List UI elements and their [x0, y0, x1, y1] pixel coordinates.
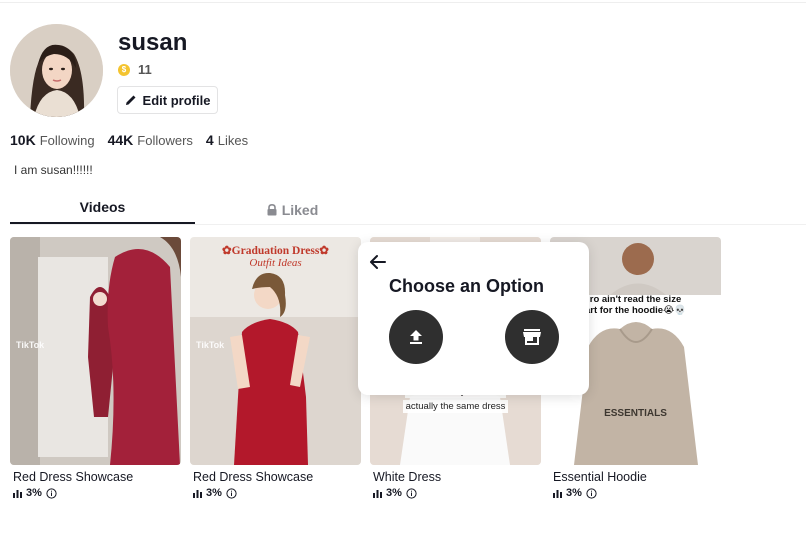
stat-followers[interactable]: 44K Followers	[108, 132, 193, 148]
video-stat: 3%	[550, 487, 721, 499]
tab-liked[interactable]: Liked	[200, 195, 385, 225]
bio: I am susan!!!!!!	[14, 163, 93, 177]
stat-label: Likes	[217, 133, 249, 148]
video-stat-value: 3%	[26, 487, 42, 499]
video-title: White Dress	[373, 470, 442, 484]
choose-option-modal: Choose an Option	[358, 242, 589, 395]
coin-icon: $	[118, 63, 130, 76]
arrow-left-icon[interactable]	[368, 252, 388, 272]
stat-value: 10K	[10, 132, 36, 148]
video-stat-value: 3%	[566, 487, 582, 499]
info-icon[interactable]	[586, 487, 597, 499]
stat-label: Followers	[137, 133, 193, 148]
bar-chart-icon	[13, 489, 22, 498]
upload-button[interactable]	[389, 310, 443, 364]
video-card[interactable]: TikTok Red Dress Showcase 3%	[10, 237, 181, 499]
profile-tabs: Videos Liked	[10, 195, 806, 225]
info-icon[interactable]	[46, 487, 57, 499]
info-icon[interactable]	[226, 487, 237, 499]
username: susan	[118, 29, 188, 56]
edit-profile-label: Edit profile	[142, 92, 211, 108]
stat-value: 44K	[107, 132, 134, 148]
video-stat: 3%	[370, 487, 541, 499]
upload-icon	[410, 330, 422, 344]
lock-icon	[267, 204, 277, 216]
video-overlay: ✿Graduation Dress✿ Outfit Ideas	[190, 243, 361, 269]
stat-value: 4	[205, 132, 214, 148]
store-icon	[523, 329, 541, 345]
stat-following[interactable]: 10K Following	[10, 132, 95, 148]
stat-likes: 4 Likes	[206, 132, 248, 148]
pencil-icon	[125, 95, 136, 105]
info-icon[interactable]	[406, 487, 417, 499]
video-title: Red Dress Showcase	[193, 470, 314, 484]
tab-liked-label: Liked	[281, 202, 319, 218]
video-title: Essential Hoodie	[553, 470, 647, 484]
tab-divider	[10, 224, 806, 225]
coin-balance: $ 11	[118, 62, 152, 77]
overlay-title: ✿Graduation Dress✿	[222, 245, 329, 257]
caption-line: actually the same dress	[402, 400, 509, 413]
profile-stats: 10K Following 44K Followers 4 Likes	[10, 132, 248, 148]
video-stat-value: 3%	[206, 487, 222, 499]
bar-chart-icon	[193, 489, 202, 498]
tiktok-watermark: TikTok	[16, 340, 45, 350]
bar-chart-icon	[373, 489, 382, 498]
tab-videos[interactable]: Videos	[10, 195, 195, 225]
video-stat: 3%	[10, 487, 181, 499]
coin-count: 11	[138, 62, 152, 77]
video-stat-value: 3%	[386, 487, 402, 499]
video-stat: 3%	[190, 487, 361, 499]
store-button[interactable]	[505, 310, 559, 364]
tiktok-watermark: TikTok	[196, 340, 225, 350]
overlay-subtitle: Outfit Ideas	[249, 257, 302, 269]
tab-active-indicator	[10, 222, 195, 224]
video-card[interactable]: ✿Graduation Dress✿ Outfit Ideas TikTok R…	[190, 237, 361, 499]
stat-label: Following	[39, 133, 95, 148]
top-divider	[0, 2, 806, 3]
modal-title: Choose an Option	[389, 276, 544, 296]
avatar[interactable]	[10, 24, 103, 117]
edit-profile-button[interactable]: Edit profile	[117, 86, 218, 114]
hoodie-brand: ESSENTIALS	[604, 408, 667, 419]
bar-chart-icon	[553, 489, 562, 498]
video-thumbnail[interactable]: TikTok	[10, 237, 181, 465]
video-title: Red Dress Showcase	[13, 470, 134, 484]
video-thumbnail[interactable]: ✿Graduation Dress✿ Outfit Ideas TikTok	[190, 237, 361, 465]
